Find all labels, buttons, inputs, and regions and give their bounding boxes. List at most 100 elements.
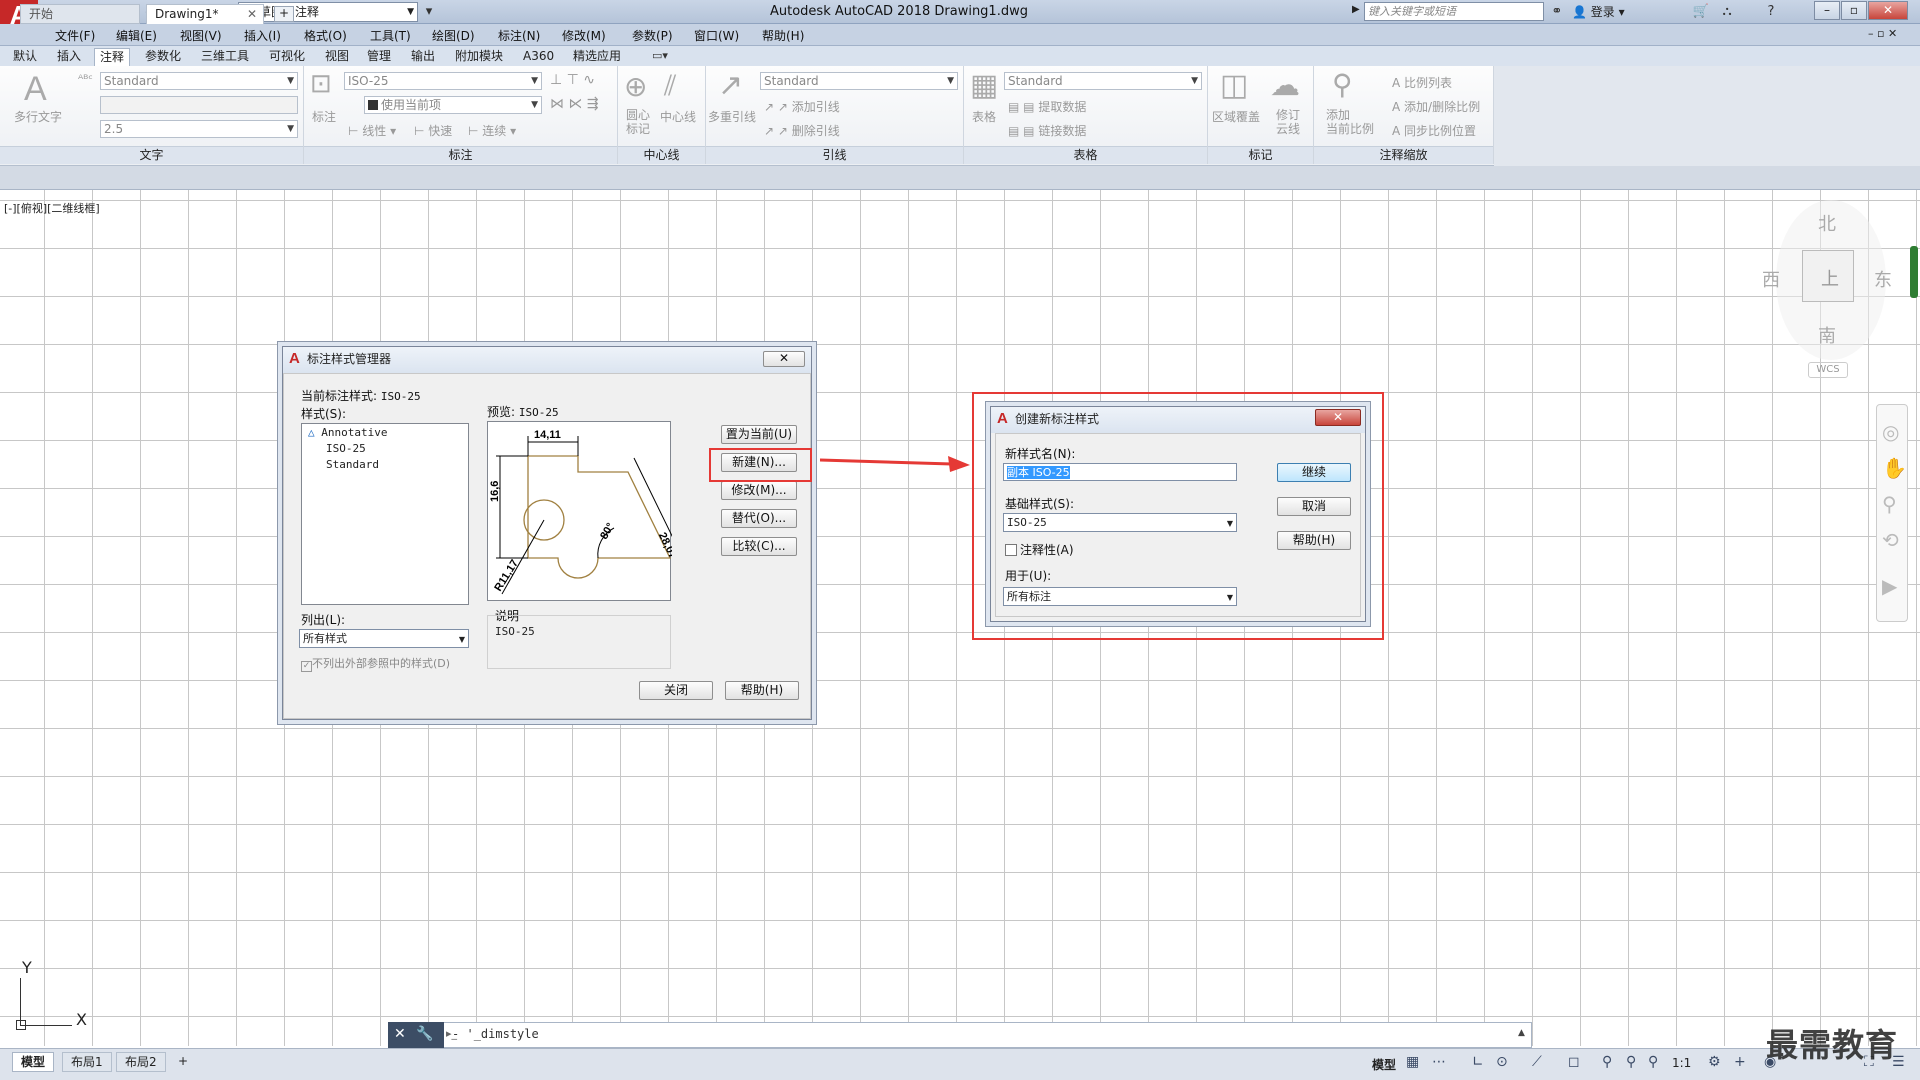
- set-current-button[interactable]: 置为当前(U): [721, 425, 797, 444]
- override-style-button[interactable]: 替代(O)...: [721, 509, 797, 528]
- tab-output[interactable]: 输出: [406, 48, 440, 66]
- leader-style-select[interactable]: Standard ▼: [760, 72, 958, 90]
- add-leader-button[interactable]: ↗ ↗ 添加引线: [764, 98, 840, 115]
- isodraft-icon[interactable]: ⟋: [1532, 1054, 1542, 1070]
- scale-list-button[interactable]: A 比例列表: [1392, 74, 1452, 91]
- menu-dimension[interactable]: 标注(N): [498, 27, 540, 44]
- dimension-icon[interactable]: ⊡: [310, 68, 332, 99]
- tab-addins[interactable]: 附加模块: [450, 48, 508, 66]
- mtext-icon[interactable]: A: [24, 70, 47, 109]
- search-input[interactable]: 键入关键字或短语: [1364, 2, 1544, 21]
- expand-search-icon[interactable]: ▶: [1352, 4, 1360, 15]
- minimize-button[interactable]: –: [1814, 1, 1840, 20]
- linear-dim-button[interactable]: ⊢ 线性 ▾: [348, 122, 396, 139]
- tab-featured-apps[interactable]: 精选应用: [568, 48, 626, 66]
- wcs-menu[interactable]: WCS: [1808, 362, 1848, 378]
- text-style-select[interactable]: Standard ▼: [100, 72, 298, 90]
- viewcube-face[interactable]: 上: [1802, 250, 1854, 302]
- add-current-scale-button[interactable]: 添加 当前比例: [1326, 108, 1374, 136]
- layout-tab-model[interactable]: 模型: [12, 1052, 55, 1072]
- styles-list[interactable]: △ Annotative ISO-25 Standard: [301, 423, 469, 605]
- auto-scale-icon[interactable]: ⚲: [1626, 1054, 1636, 1070]
- new-style-name-input[interactable]: 副本 ISO-25: [1003, 463, 1237, 481]
- binoculars-icon[interactable]: ⚭: [1548, 3, 1566, 21]
- close-window-button[interactable]: ✕: [1868, 1, 1908, 20]
- autodesk-account-icon[interactable]: ⛬: [1718, 3, 1736, 21]
- tab-visualize[interactable]: 可视化: [264, 48, 310, 66]
- layout-tab-2[interactable]: 布局2: [116, 1052, 166, 1072]
- dim-adjust-icons[interactable]: ⋈ ⋉ ⇶: [550, 96, 599, 112]
- tab-default[interactable]: 默认: [8, 48, 42, 66]
- list-item[interactable]: ISO-25: [326, 442, 366, 455]
- menu-parametric[interactable]: 参数(P): [632, 27, 673, 44]
- viewcube-south[interactable]: 南: [1818, 322, 1836, 348]
- tab-manage[interactable]: 管理: [362, 48, 396, 66]
- wrench-icon[interactable]: 🔧: [416, 1026, 433, 1042]
- tab-drawing1[interactable]: Drawing1* ✕: [146, 4, 264, 24]
- dialog-close-button[interactable]: ✕: [763, 351, 805, 367]
- customize-toolbar-icon[interactable]: ▾: [420, 3, 438, 21]
- link-data-button[interactable]: ▤ ▤ 链接数据: [1008, 122, 1086, 139]
- dim-tools-icons[interactable]: ⊥ ⊤ ∿: [550, 72, 595, 88]
- add-current-scale-icon[interactable]: ⚲: [1332, 68, 1353, 101]
- close-icon[interactable]: ✕: [394, 1026, 406, 1042]
- close-icon[interactable]: ✕: [247, 5, 257, 23]
- tab-view[interactable]: 视图: [320, 48, 354, 66]
- pan-icon[interactable]: ✋: [1882, 456, 1907, 480]
- centerline-button[interactable]: 中心线: [660, 108, 696, 125]
- new-tab-button[interactable]: +: [274, 6, 294, 22]
- add-delete-scale-button[interactable]: A 添加/删除比例: [1392, 98, 1480, 115]
- menu-help[interactable]: 帮助(H): [762, 27, 804, 44]
- list-filter-select[interactable]: 所有样式 ▼: [299, 629, 469, 648]
- grid-icon[interactable]: ▦: [1406, 1054, 1419, 1070]
- base-style-select[interactable]: ISO-25 ▼: [1003, 513, 1237, 532]
- help-icon[interactable]: ?: [1762, 3, 1780, 21]
- model-space-toggle[interactable]: 模型: [1372, 1056, 1396, 1073]
- polar-icon[interactable]: ⊙: [1496, 1054, 1508, 1070]
- center-mark-icon[interactable]: ⊕: [624, 70, 647, 103]
- ortho-icon[interactable]: ∟: [1472, 1054, 1484, 1070]
- orbit-icon[interactable]: ⟲: [1882, 528, 1899, 552]
- tab-parametric[interactable]: 参数化: [140, 48, 186, 66]
- modify-style-button[interactable]: 修改(M)...: [721, 481, 797, 500]
- showmotion-icon[interactable]: ▶: [1882, 574, 1897, 598]
- dim-layer-select[interactable]: 使用当前项 ▼: [364, 96, 542, 114]
- table-button[interactable]: 表格: [972, 108, 996, 125]
- text-height-select[interactable]: 2.5 ▼: [100, 120, 298, 138]
- menu-format[interactable]: 格式(O): [304, 27, 347, 44]
- command-line[interactable]: [388, 1022, 1532, 1048]
- workspace-selector[interactable]: ⚙ 草图与注释 ▼: [238, 2, 418, 22]
- sync-scale-button[interactable]: A 同步比例位置: [1392, 122, 1476, 139]
- menu-tools[interactable]: 工具(T): [370, 27, 411, 44]
- tab-insert[interactable]: 插入: [52, 48, 86, 66]
- annotative-checkbox[interactable]: 注释性(A): [1005, 541, 1074, 558]
- viewcube-west[interactable]: 西: [1762, 266, 1780, 292]
- text-find-input[interactable]: [100, 96, 298, 114]
- menu-edit[interactable]: 编辑(E): [116, 27, 157, 44]
- revcloud-button[interactable]: 修订 云线: [1276, 108, 1300, 136]
- cancel-button[interactable]: 取消: [1277, 497, 1351, 516]
- ribbon-options-icon[interactable]: ▭▾: [652, 49, 668, 62]
- mleader-button[interactable]: 多重引线: [708, 108, 756, 125]
- tab-a360[interactable]: A360: [518, 48, 559, 66]
- dialog-close-button[interactable]: ✕: [1315, 409, 1361, 426]
- extract-data-button[interactable]: ▤ ▤ 提取数据: [1008, 98, 1086, 115]
- table-style-select[interactable]: Standard ▼: [1004, 72, 1202, 90]
- use-for-select[interactable]: 所有标注 ▼: [1003, 587, 1237, 606]
- quick-dim-button[interactable]: ⊢ 快速: [414, 122, 452, 139]
- annotation-visibility-icon[interactable]: ⚲: [1602, 1054, 1612, 1070]
- close-button[interactable]: 关闭: [639, 681, 713, 700]
- help-button[interactable]: 帮助(H): [725, 681, 799, 700]
- list-item[interactable]: Standard: [326, 458, 379, 471]
- object-snap-icon[interactable]: ◻: [1568, 1054, 1580, 1070]
- cart-icon[interactable]: 🛒: [1692, 3, 1710, 21]
- gear-icon[interactable]: ⚙: [1708, 1054, 1721, 1070]
- menu-draw[interactable]: 绘图(D): [432, 27, 475, 44]
- annotation-scale-icon[interactable]: ⚲: [1648, 1054, 1658, 1070]
- compare-style-button[interactable]: 比较(C)...: [721, 537, 797, 556]
- viewcube-north[interactable]: 北: [1818, 210, 1836, 236]
- mtext-button[interactable]: 多行文字: [14, 108, 62, 125]
- tab-annotate[interactable]: 注释: [94, 48, 131, 66]
- restore-button[interactable]: ▫: [1841, 1, 1867, 20]
- tab-start[interactable]: 开始: [20, 4, 140, 24]
